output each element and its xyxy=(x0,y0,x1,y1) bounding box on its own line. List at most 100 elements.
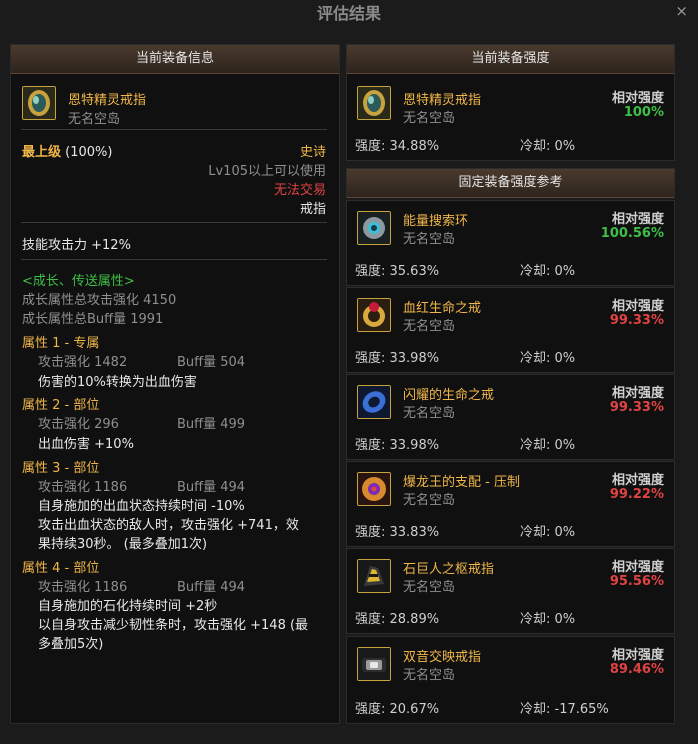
item-name: 血红生命之戒 xyxy=(403,301,482,316)
elven-ring-icon[interactable] xyxy=(357,86,391,120)
slot-type: 戒指 xyxy=(299,202,326,217)
item-name: 石巨人之枢戒指 xyxy=(403,562,495,577)
relative-strength-label: 相对强度 xyxy=(611,648,664,663)
attribute-title: 属性 3 - 部位 xyxy=(22,461,100,476)
relative-strength-label: 相对强度 xyxy=(611,386,664,401)
close-icon[interactable]: × xyxy=(675,4,688,19)
attribute-attack: 攻击强化 1186 xyxy=(38,580,128,595)
cooldown-value: 冷却: -17.65% xyxy=(520,702,609,717)
trade-status: 无法交易 xyxy=(273,183,326,198)
item-source: 无名空岛 xyxy=(403,111,456,126)
attribute-desc: 多叠加5次) xyxy=(38,637,104,652)
relative-strength-value: 100% xyxy=(623,105,664,120)
current-equipment-info-panel: 当前装备信息 恩特精灵戒指 无名空岛 最上级 (100%) 史诗 Lv105以上… xyxy=(10,44,340,724)
grade-percent: (100%) xyxy=(65,145,113,160)
growth-attack: 成长属性总攻击强化 4150 xyxy=(22,293,177,308)
reference-panel: 固定装备强度参考 xyxy=(346,168,675,198)
attribute-desc: 出血伤害 +10% xyxy=(38,437,134,452)
item-source: 无名空岛 xyxy=(403,493,456,508)
item-name: 爆龙王的支配 - 压制 xyxy=(403,475,520,490)
item-source: 无名空岛 xyxy=(403,406,456,421)
crimson-ring-icon xyxy=(357,298,391,332)
strength-value: 强度: 33.98% xyxy=(355,438,440,453)
relative-strength-label: 相对强度 xyxy=(611,212,664,227)
item-source: 无名空岛 xyxy=(403,580,456,595)
cooldown-value: 冷却: 0% xyxy=(520,139,576,154)
cooldown-value: 冷却: 0% xyxy=(520,612,576,627)
attribute-buff: Buff量 494 xyxy=(177,480,246,495)
attribute-desc: 自身施加的石化持续时间 +2秒 xyxy=(38,599,218,614)
item-name: 闪耀的生命之戒 xyxy=(403,388,495,403)
grade-label: 最上级 xyxy=(22,145,62,160)
energy-ring-icon xyxy=(357,211,391,245)
strength-value: 强度: 35.63% xyxy=(355,264,440,279)
reference-item-card[interactable]: 爆龙王的支配 - 压制 无名空岛 相对强度 99.22% 强度: 33.83% … xyxy=(346,461,675,547)
cooldown-value: 冷却: 0% xyxy=(520,525,576,540)
dragon-ring-icon xyxy=(357,472,391,506)
relative-strength-label: 相对强度 xyxy=(611,560,664,575)
relative-strength-value: 99.33% xyxy=(609,313,664,328)
attribute-title: 属性 2 - 部位 xyxy=(22,398,100,413)
item-name: 恩特精灵戒指 xyxy=(403,93,482,108)
strength-value: 强度: 33.98% xyxy=(355,351,440,366)
attribute-buff: Buff量 494 xyxy=(177,580,246,595)
panel-header: 固定装备强度参考 xyxy=(347,169,674,198)
reference-item-card[interactable]: 血红生命之戒 无名空岛 相对强度 99.33% 强度: 33.98% 冷却: 0… xyxy=(346,287,675,373)
attribute-desc: 以自身攻击减少韧性条时，攻击强化 +148 (最 xyxy=(38,618,309,633)
panel-header: 当前装备信息 xyxy=(11,45,339,74)
attribute-desc: 伤害的10%转换为出血伤害 xyxy=(38,375,197,390)
divider xyxy=(21,222,327,223)
strength-value: 强度: 33.83% xyxy=(355,525,440,540)
attribute-buff: Buff量 504 xyxy=(177,355,246,370)
shining-ring-icon xyxy=(357,385,391,419)
relative-strength-value: 100.56% xyxy=(600,226,664,241)
attribute-attack: 攻击强化 1186 xyxy=(38,480,128,495)
elven-ring-icon[interactable] xyxy=(22,86,56,120)
divider xyxy=(21,129,327,130)
item-source: 无名空岛 xyxy=(403,232,456,247)
relative-strength-value: 89.46% xyxy=(609,662,664,677)
reference-item-card[interactable]: 双音交映戒指 无名空岛 相对强度 89.46% 强度: 20.67% 冷却: -… xyxy=(346,636,675,724)
cooldown-value: 冷却: 0% xyxy=(520,264,576,279)
relative-strength-label: 相对强度 xyxy=(611,473,664,488)
growth-title: <成长、传送属性> xyxy=(22,274,135,289)
cooldown-value: 冷却: 0% xyxy=(520,351,576,366)
attribute-desc: 攻击出血状态的敌人时，攻击强化 +741，效 xyxy=(38,518,299,533)
grade-row: 最上级 (100%) xyxy=(22,141,112,160)
item-source: 无名空岛 xyxy=(403,319,456,334)
item-source: 无名空岛 xyxy=(68,112,121,127)
strength-value: 强度: 28.89% xyxy=(355,612,440,627)
growth-buff: 成长属性总Buff量 1991 xyxy=(22,312,164,327)
attribute-buff: Buff量 499 xyxy=(177,417,246,432)
reference-item-card[interactable]: 闪耀的生命之戒 无名空岛 相对强度 99.33% 强度: 33.98% 冷却: … xyxy=(346,374,675,460)
level-requirement: Lv105以上可以使用 xyxy=(208,164,326,179)
relative-strength-label: 相对强度 xyxy=(611,299,664,314)
golem-ring-icon xyxy=(357,559,391,593)
dual-tone-ring-icon xyxy=(357,647,391,681)
attribute-attack: 攻击强化 1482 xyxy=(38,355,128,370)
current-strength-panel: 当前装备强度 恩特精灵戒指 无名空岛 相对强度 100% 强度: 34.88% … xyxy=(346,44,675,161)
reference-item-card[interactable]: 石巨人之枢戒指 无名空岛 相对强度 95.56% 强度: 28.89% 冷却: … xyxy=(346,548,675,634)
rarity: 史诗 xyxy=(299,145,326,160)
item-name: 双音交映戒指 xyxy=(403,650,482,665)
attribute-desc: 果持续30秒。 (最多叠加1次) xyxy=(38,537,208,552)
item-name: 恩特精灵戒指 xyxy=(68,93,147,108)
panel-header: 当前装备强度 xyxy=(347,45,674,74)
relative-strength-label: 相对强度 xyxy=(611,91,664,106)
attribute-title: 属性 4 - 部位 xyxy=(22,561,100,576)
item-name: 能量搜索环 xyxy=(403,214,469,229)
cooldown-value: 冷却: 0% xyxy=(520,438,576,453)
relative-strength-value: 99.33% xyxy=(609,400,664,415)
divider xyxy=(21,259,327,260)
attribute-desc: 自身施加的出血状态持续时间 -10% xyxy=(38,499,245,514)
strength-value: 强度: 34.88% xyxy=(355,139,440,154)
skill-attack: 技能攻击力 +12% xyxy=(22,238,131,253)
reference-item-card[interactable]: 能量搜索环 无名空岛 相对强度 100.56% 强度: 35.63% 冷却: 0… xyxy=(346,200,675,286)
attribute-attack: 攻击强化 296 xyxy=(38,417,119,432)
strength-value: 强度: 20.67% xyxy=(355,702,440,717)
window-title: 评估结果 xyxy=(316,4,381,23)
attribute-title: 属性 1 - 专属 xyxy=(22,336,100,351)
relative-strength-value: 99.22% xyxy=(609,487,664,502)
relative-strength-value: 95.56% xyxy=(609,574,664,589)
item-source: 无名空岛 xyxy=(403,668,456,683)
